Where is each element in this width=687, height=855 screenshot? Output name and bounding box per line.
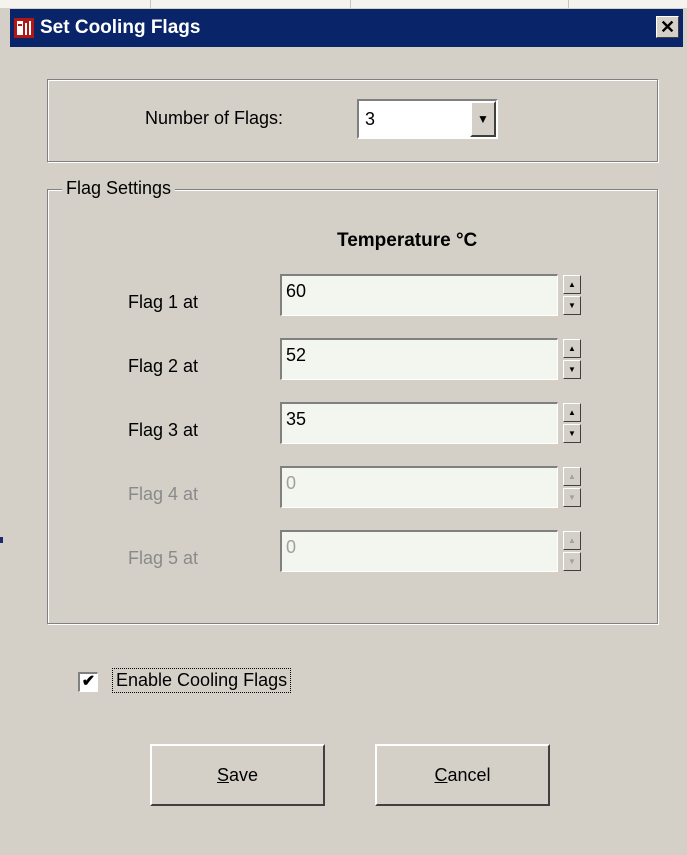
background-strip (0, 0, 687, 8)
spin-up-button[interactable]: ▲ (563, 275, 581, 294)
title-bar[interactable]: Set Cooling Flags ✕ (10, 9, 683, 47)
spin-down-button[interactable]: ▼ (563, 296, 581, 315)
spin-down-button[interactable]: ▼ (563, 424, 581, 443)
chevron-down-icon: ▼ (568, 493, 576, 502)
cancel-button[interactable]: Cancel (375, 744, 550, 806)
edge-mark (0, 537, 3, 543)
flag-2-label: Flag 2 at (128, 356, 199, 376)
flag-3-value: 35 (286, 409, 307, 429)
flag-3-label: Flag 3 at (128, 420, 199, 440)
window-title: Set Cooling Flags (40, 17, 201, 38)
chevron-up-icon: ▲ (568, 408, 576, 417)
chevron-down-icon: ▼ (568, 365, 576, 374)
number-of-flags-label: Number of Flags: (145, 108, 284, 128)
number-of-flags-value: 3 (365, 109, 376, 129)
flag-2-temperature-input[interactable]: 52 (280, 338, 558, 380)
flag-1-value: 60 (286, 281, 307, 301)
flag-5-spinner: ▲ ▼ (563, 531, 581, 571)
spin-up-button: ▲ (563, 467, 581, 486)
flag-4-value: 0 (286, 473, 297, 493)
flag-3-spinner[interactable]: ▲ ▼ (563, 403, 581, 443)
flag-count-group (47, 79, 658, 162)
flag-5-value: 0 (286, 537, 297, 557)
flag-2-spinner[interactable]: ▲ ▼ (563, 339, 581, 379)
strip-divider (350, 0, 351, 8)
strip-divider (568, 0, 569, 8)
cancel-label: ancel (447, 765, 491, 785)
flag-4-label: Flag 4 at (128, 484, 199, 504)
flag-3-temperature-input[interactable]: 35 (280, 402, 558, 444)
chevron-up-icon: ▲ (568, 536, 576, 545)
cancel-mnemonic: C (434, 765, 448, 785)
spin-up-button[interactable]: ▲ (563, 403, 581, 422)
flag-5-temperature-input: 0 (280, 530, 558, 572)
flag-4-spinner: ▲ ▼ (563, 467, 581, 507)
spin-up-button: ▲ (563, 531, 581, 550)
chevron-down-icon: ▼ (568, 557, 576, 566)
chevron-down-icon: ▼ (477, 112, 489, 126)
app-icon (14, 18, 34, 38)
spin-down-button[interactable]: ▼ (563, 360, 581, 379)
flag-1-spinner[interactable]: ▲ ▼ (563, 275, 581, 315)
enable-cooling-flags-checkbox[interactable]: ✔ (78, 672, 98, 692)
flag-1-label: Flag 1 at (128, 292, 199, 312)
chevron-down-icon: ▼ (568, 429, 576, 438)
chevron-down-icon: ▼ (568, 301, 576, 310)
save-button[interactable]: Save (150, 744, 325, 806)
flag-1-temperature-input[interactable]: 60 (280, 274, 558, 316)
spin-down-button: ▼ (563, 552, 581, 571)
close-icon: ✕ (659, 17, 676, 37)
spin-up-button[interactable]: ▲ (563, 339, 581, 358)
number-of-flags-select[interactable]: 3 ▼ (357, 99, 498, 139)
flag-5-label: Flag 5 at (128, 548, 199, 568)
strip-divider (150, 0, 151, 8)
chevron-up-icon: ▲ (568, 472, 576, 481)
temperature-header: Temperature °C (337, 230, 478, 251)
enable-cooling-flags-label[interactable]: Enable Cooling Flags (112, 668, 292, 693)
dropdown-button[interactable]: ▼ (470, 101, 496, 137)
checkmark-icon: ✔ (81, 673, 96, 690)
chevron-up-icon: ▲ (568, 344, 576, 353)
spin-down-button: ▼ (563, 488, 581, 507)
flag-settings-legend: Flag Settings (62, 178, 176, 199)
chevron-up-icon: ▲ (568, 280, 576, 289)
save-label: ave (228, 765, 259, 785)
close-button[interactable]: ✕ (656, 16, 679, 38)
flag-4-temperature-input: 0 (280, 466, 558, 508)
flag-2-value: 52 (286, 345, 307, 365)
save-mnemonic: S (216, 765, 229, 785)
dialog-window: Set Cooling Flags ✕ Number of Flags: 3 ▼… (0, 0, 687, 855)
